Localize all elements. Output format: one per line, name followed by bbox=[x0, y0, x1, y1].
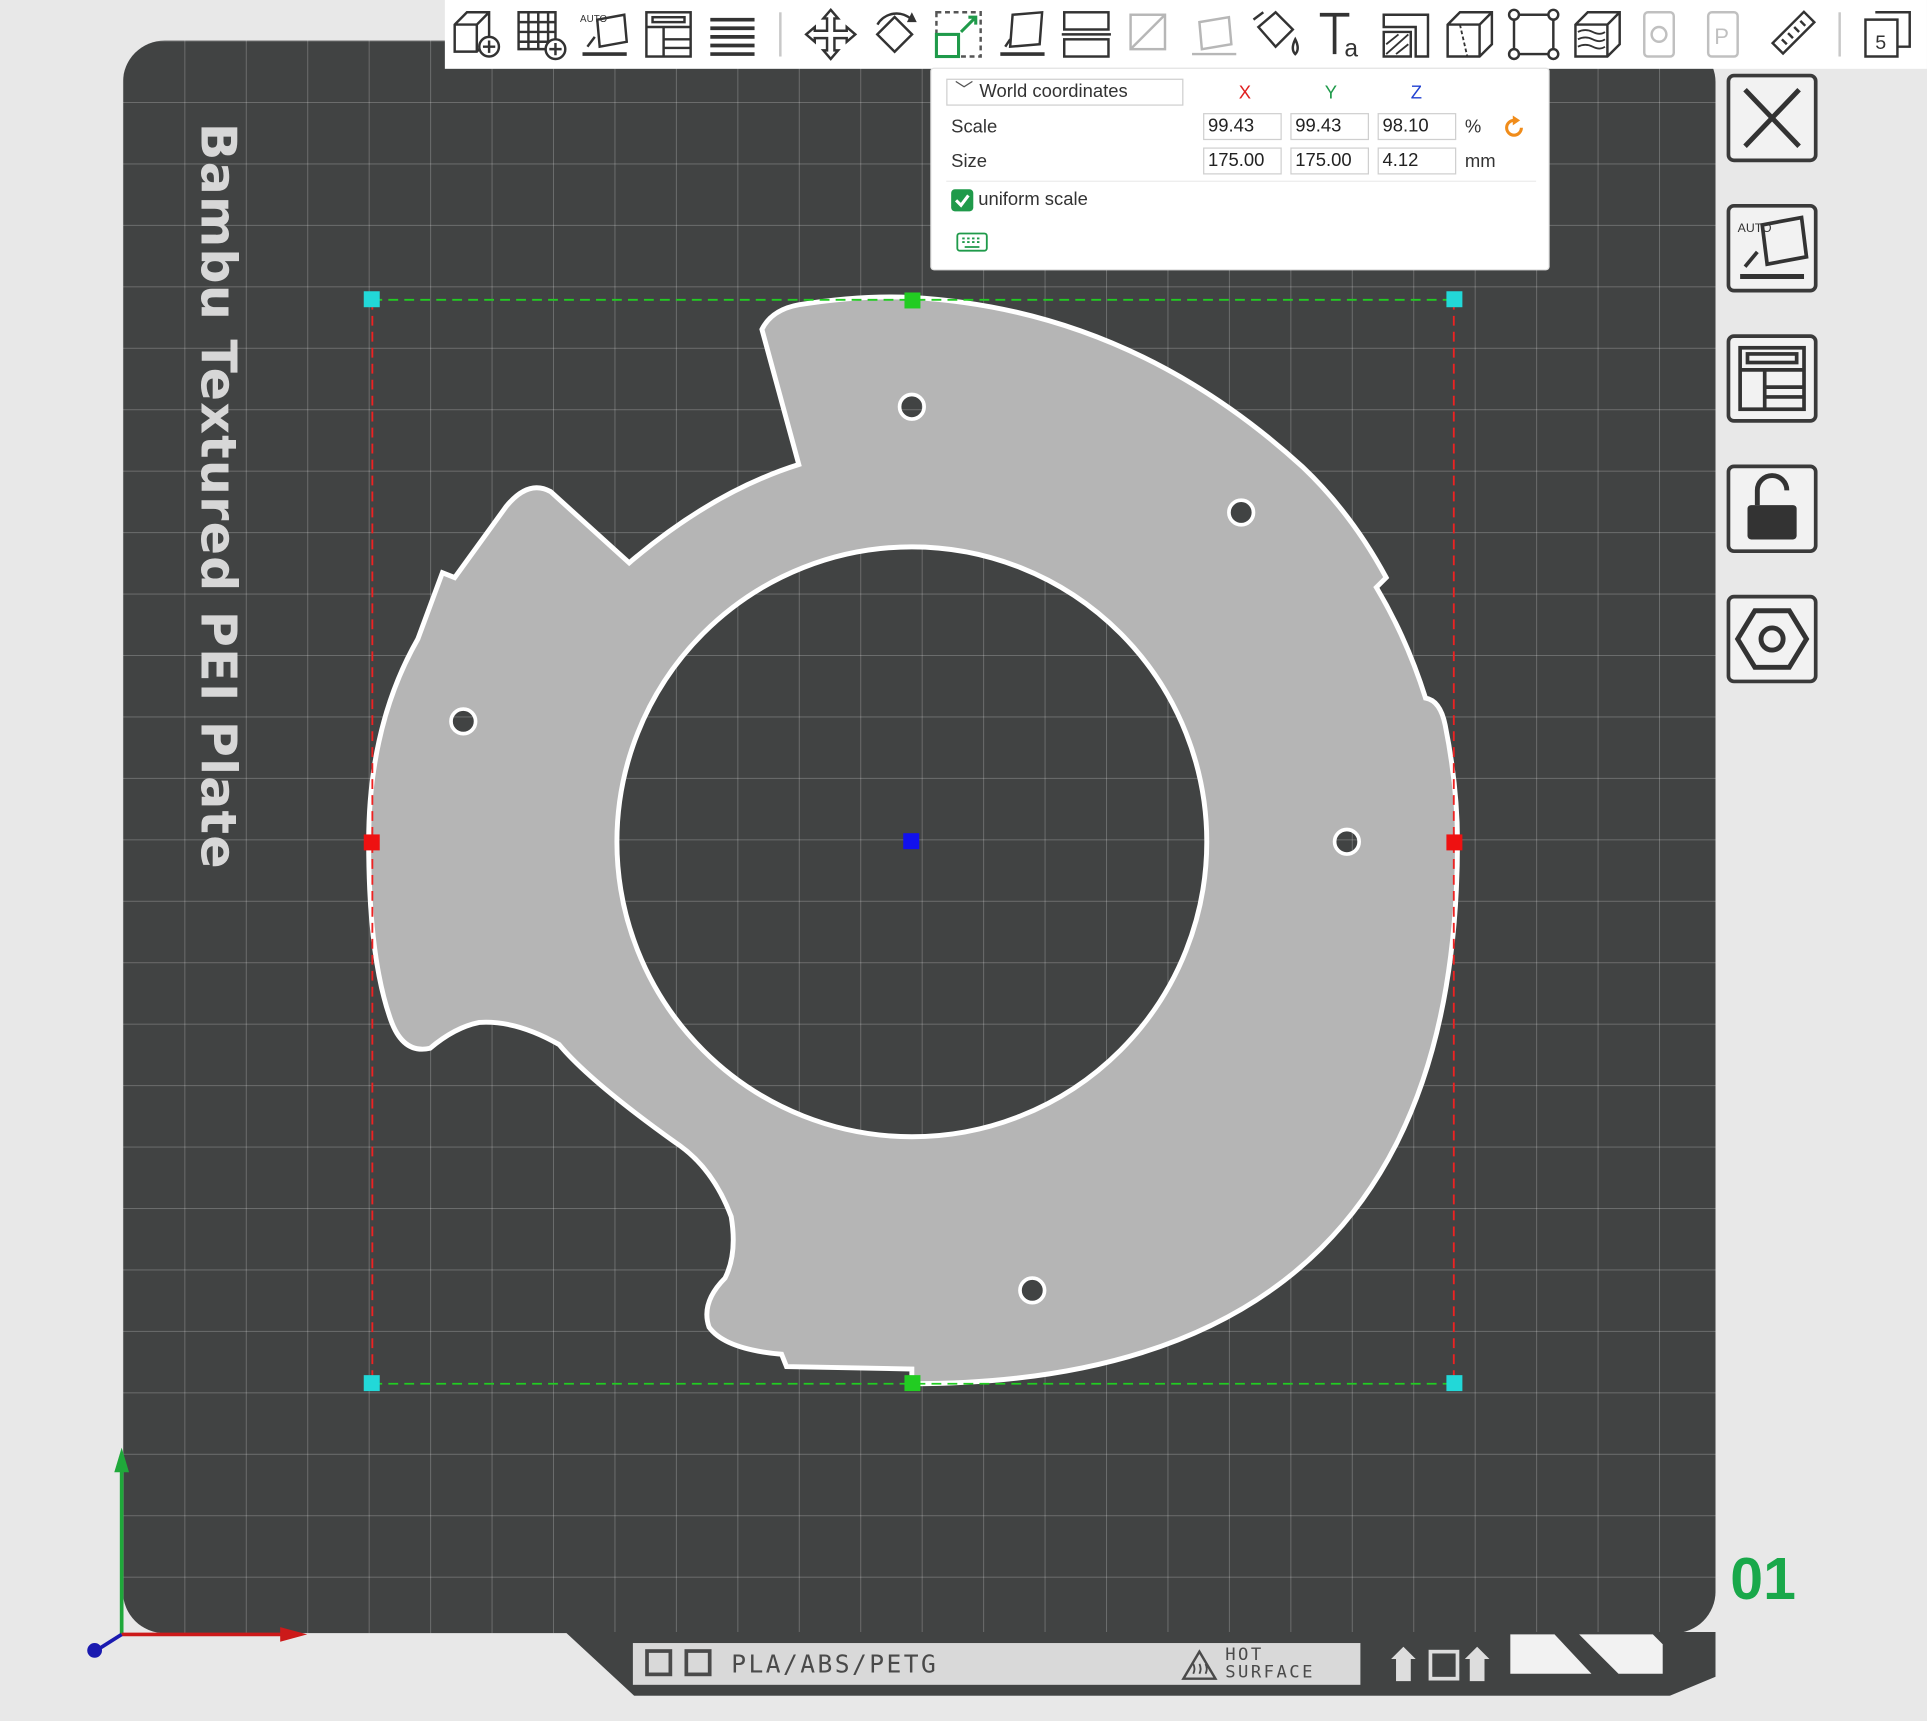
scale-x-field[interactable]: 99.43 bbox=[1203, 113, 1282, 141]
viewport-scene: Bambu Textured PEI Plate PLA/ABS/PETG HO… bbox=[0, 0, 1927, 1720]
toolbar-divider bbox=[1838, 12, 1841, 57]
assembly-icon[interactable]: P bbox=[1698, 7, 1752, 61]
mesh-boolean-icon[interactable] bbox=[1634, 7, 1688, 61]
color-paint-icon[interactable] bbox=[1251, 7, 1305, 61]
settings-hexagon-icon bbox=[1734, 608, 1810, 670]
toolbar-divider bbox=[779, 12, 782, 57]
settings-button[interactable] bbox=[1726, 594, 1818, 684]
close-button[interactable] bbox=[1726, 73, 1818, 163]
rotate-icon[interactable] bbox=[868, 7, 922, 61]
y-handle-top bbox=[904, 292, 921, 309]
add-part-icon[interactable] bbox=[450, 7, 504, 61]
z-handle-center bbox=[903, 833, 920, 850]
reset-scale-icon[interactable] bbox=[1502, 115, 1527, 141]
variable-layer-icon[interactable] bbox=[1507, 7, 1561, 61]
arrange-icon[interactable] bbox=[641, 7, 695, 61]
plate-number[interactable]: 01 bbox=[1730, 1546, 1796, 1614]
auto-orient-icon[interactable]: AUTO bbox=[578, 7, 632, 61]
brim-ears-icon[interactable] bbox=[1571, 7, 1625, 61]
scale-z-field[interactable]: 98.10 bbox=[1377, 113, 1457, 141]
scale-icon[interactable] bbox=[932, 7, 986, 61]
size-x-field[interactable]: 175.00 bbox=[1203, 147, 1282, 175]
split-view-icon[interactable]: 5 bbox=[1861, 7, 1915, 61]
axis-z-label: Z bbox=[1410, 82, 1423, 104]
corner-handle-bottom-right bbox=[1446, 1375, 1463, 1392]
y-handle-bottom bbox=[904, 1375, 921, 1392]
lay-on-face-icon[interactable] bbox=[995, 7, 1049, 61]
axis-y-label: Y bbox=[1324, 82, 1338, 104]
uniform-scale-checkbox[interactable] bbox=[951, 189, 974, 212]
checkmark-icon bbox=[954, 194, 970, 208]
close-icon bbox=[1743, 88, 1801, 148]
cut-icon[interactable] bbox=[1059, 7, 1113, 61]
top-toolbar: AUTO a P 5 bbox=[444, 0, 1927, 69]
panel-divider bbox=[946, 180, 1537, 182]
keyboard-icon[interactable] bbox=[956, 231, 988, 253]
move-icon[interactable] bbox=[804, 7, 858, 61]
measure-icon[interactable] bbox=[1443, 7, 1497, 61]
support-paint-icon[interactable] bbox=[1123, 7, 1177, 61]
ruler-icon[interactable] bbox=[1765, 7, 1819, 61]
svg-text:a: a bbox=[1344, 36, 1358, 62]
svg-text:P: P bbox=[1714, 24, 1729, 49]
size-label: Size bbox=[951, 151, 988, 173]
scale-unit: % bbox=[1464, 116, 1482, 138]
coordinate-system-value: World coordinates bbox=[979, 81, 1128, 102]
auto-orient-icon: AUTO bbox=[1738, 215, 1809, 279]
svg-text:5: 5 bbox=[1875, 32, 1886, 54]
add-plate-icon[interactable] bbox=[514, 7, 568, 61]
axis-indicator bbox=[87, 1447, 308, 1658]
coordinate-system-select[interactable]: ﹀ World coordinates bbox=[946, 78, 1184, 106]
size-y-field[interactable]: 175.00 bbox=[1290, 147, 1369, 175]
layers-icon[interactable] bbox=[705, 7, 759, 61]
seam-paint-icon[interactable] bbox=[1187, 7, 1241, 61]
axis-x-label: X bbox=[1238, 82, 1252, 104]
size-unit: mm bbox=[1464, 151, 1496, 173]
corner-handle-bottom-left bbox=[363, 1375, 380, 1392]
scale-y-field[interactable]: 99.43 bbox=[1290, 113, 1369, 141]
x-handle-left bbox=[363, 834, 380, 851]
lock-button[interactable] bbox=[1726, 464, 1818, 554]
emboss-icon[interactable] bbox=[1379, 7, 1433, 61]
x-handle-right bbox=[1446, 834, 1463, 851]
corner-handle-top-left bbox=[363, 291, 380, 308]
arrange-button[interactable] bbox=[1726, 334, 1818, 423]
unlock-icon bbox=[1747, 473, 1797, 540]
chevron-down-icon: ﹀ bbox=[954, 79, 974, 101]
auto-orient-button[interactable]: AUTO bbox=[1726, 203, 1818, 293]
scale-panel: ﹀ World coordinates X Y Z Scale 99.43 99… bbox=[931, 68, 1549, 270]
corner-handle-top-right bbox=[1446, 291, 1463, 308]
text-icon[interactable]: a bbox=[1315, 7, 1369, 63]
size-z-field[interactable]: 4.12 bbox=[1377, 147, 1457, 175]
uniform-scale-label: uniform scale bbox=[978, 189, 1088, 211]
scale-label: Scale bbox=[951, 116, 998, 138]
arrange-icon bbox=[1738, 345, 1806, 412]
